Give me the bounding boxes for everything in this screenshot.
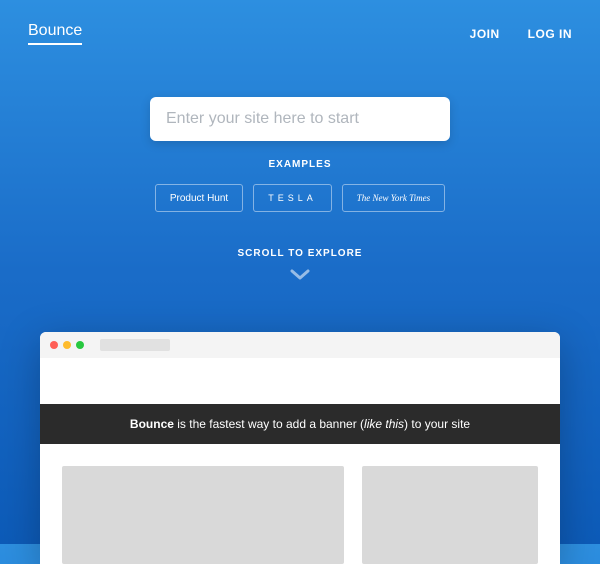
site-url-input[interactable] <box>150 97 450 141</box>
example-tesla[interactable]: TESLA <box>253 184 332 212</box>
banner-text-1: is the fastest way to add a banner ( <box>174 417 364 431</box>
scroll-to-explore-label: SCROLL TO EXPLORE <box>238 248 363 259</box>
content-block-small <box>362 466 538 564</box>
traffic-lights <box>50 341 84 349</box>
top-nav: JOIN LOG IN <box>470 27 572 41</box>
examples-row: Product Hunt TESLA The New York Times <box>155 184 445 212</box>
browser-title-bar <box>40 332 560 358</box>
examples-label: EXAMPLES <box>268 159 331 170</box>
minimize-icon <box>63 341 71 349</box>
page-header-placeholder <box>40 358 560 404</box>
chevron-down-icon[interactable] <box>290 269 310 281</box>
maximize-icon <box>76 341 84 349</box>
banner-italic: like this <box>364 417 404 431</box>
page-body-placeholder <box>40 444 560 564</box>
banner-text-2: ) to your site <box>404 417 470 431</box>
example-product-hunt[interactable]: Product Hunt <box>155 184 243 212</box>
content-block-large <box>62 466 344 564</box>
close-icon <box>50 341 58 349</box>
join-link[interactable]: JOIN <box>470 27 500 41</box>
url-bar-placeholder <box>100 339 170 351</box>
banner-brand: Bounce <box>130 417 174 431</box>
logo[interactable]: Bounce <box>28 22 82 45</box>
demo-banner: Bounce is the fastest way to add a banne… <box>40 404 560 444</box>
hero-section: EXAMPLES Product Hunt TESLA The New York… <box>0 97 600 281</box>
example-nyt[interactable]: The New York Times <box>342 184 445 212</box>
browser-preview: Bounce is the fastest way to add a banne… <box>40 332 560 564</box>
login-link[interactable]: LOG IN <box>528 27 572 41</box>
